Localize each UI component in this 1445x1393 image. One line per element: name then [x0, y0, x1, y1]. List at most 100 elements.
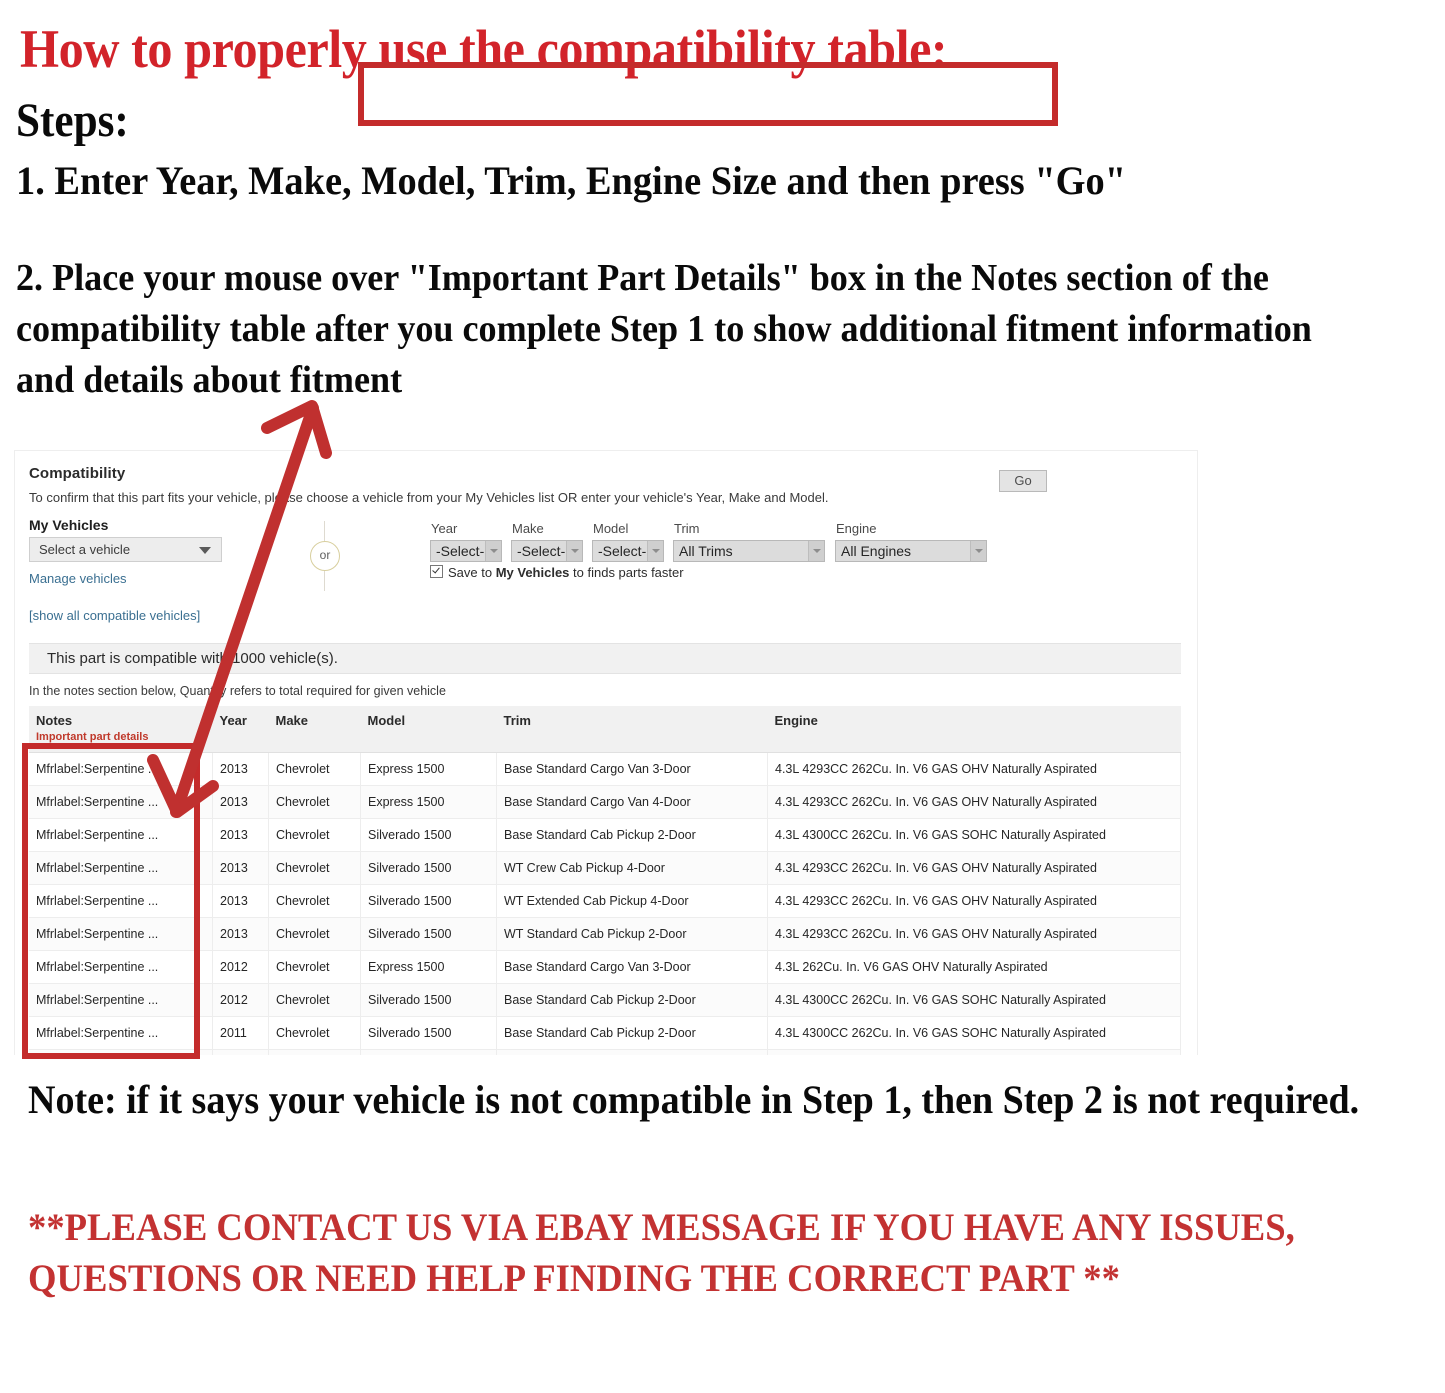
table-row[interactable]: Mfrlabel:Serpentine ... 2013 Chevrolet Silv…	[29, 818, 1181, 852]
cell-model: Silverado 1500	[360, 983, 497, 1017]
arrow-head-top	[261, 400, 332, 459]
cell-engine: 4.3L 4300CC 262Cu. In. V6 GAS SOHC Natur…	[767, 818, 1181, 852]
chevron-down-icon	[647, 541, 663, 561]
highlight-box-search-form	[358, 62, 1058, 126]
cell-notes: Mfrlabel:Serpentine ...	[29, 983, 213, 1017]
cell-year: 2012	[212, 950, 269, 984]
header-engine: Engine	[767, 706, 1181, 753]
cell-model: Silverado 1500	[360, 1016, 497, 1050]
trim-label: Trim	[674, 521, 700, 536]
cell-year: 2011	[212, 1016, 269, 1050]
model-value: -Select-	[598, 543, 647, 559]
make-select[interactable]: -Select-	[511, 540, 583, 562]
table-row[interactable]: Mfrlabel:Serpentine ... 2013 Chevrolet Silv…	[29, 884, 1181, 918]
compatibility-table: Notes Important part details Year Make M…	[29, 706, 1181, 1061]
table-row[interactable]: Mfrlabel:Serpentine ... 2013 Chevrolet Silv…	[29, 917, 1181, 951]
save-bold-text: My Vehicles	[495, 565, 570, 580]
manage-vehicles-link[interactable]: Manage vehicles	[29, 571, 127, 586]
cell-model: Silverado 1500	[360, 851, 497, 885]
cell-make: Chevrolet	[268, 884, 361, 918]
cell-make: Chevrolet	[268, 917, 361, 951]
compatibility-subtitle: To confirm that this part fits your vehi…	[29, 490, 829, 505]
engine-select[interactable]: All Engines	[835, 540, 987, 562]
show-all-compatible-vehicles-link[interactable]: [show all compatible vehicles]	[29, 608, 200, 623]
header-notes-label: Notes	[36, 713, 73, 728]
make-value: -Select-	[517, 543, 566, 559]
cell-engine: 4.3L 4293CC 262Cu. In. V6 GAS OHV Natura…	[767, 752, 1181, 786]
cell-model: Silverado 1500	[360, 818, 497, 852]
contact-text: **PLEASE CONTACT US VIA EBAY MESSAGE IF …	[28, 1206, 1295, 1300]
cell-year: 2013	[212, 785, 269, 819]
chevron-down-icon	[970, 541, 986, 561]
panel-bottom-mask	[14, 1055, 1198, 1063]
header-notes: Notes Important part details	[29, 706, 213, 753]
cell-notes: Mfrlabel:Serpentine ...	[29, 950, 213, 984]
cell-make: Chevrolet	[268, 785, 361, 819]
cell-trim: WT Crew Cab Pickup 4-Door	[496, 851, 768, 885]
year-label: Year	[431, 521, 458, 536]
header-model: Model	[360, 706, 497, 753]
cell-trim: Base Standard Cab Pickup 2-Door	[496, 818, 768, 852]
cell-engine: 4.3L 4300CC 262Cu. In. V6 GAS SOHC Natur…	[767, 1016, 1181, 1050]
quantity-note: In the notes section below, Quantity ref…	[29, 684, 446, 698]
save-prefix-text: Save to	[448, 565, 496, 580]
cell-engine: 4.3L 262Cu. In. V6 GAS OHV Naturally Asp…	[767, 950, 1181, 984]
table-row[interactable]: Mfrlabel:Serpentine ... 2011 Chevrolet Silv…	[29, 1016, 1181, 1050]
table-row[interactable]: Mfrlabel:Serpentine ... 2012 Chevrolet Silv…	[29, 983, 1181, 1017]
compatibility-title: Compatibility	[29, 465, 126, 482]
cell-year: 2013	[212, 917, 269, 951]
cell-make: Chevrolet	[268, 851, 361, 885]
cell-make: Chevrolet	[268, 983, 361, 1017]
cell-model: Silverado 1500	[360, 884, 497, 918]
cell-year: 2012	[212, 983, 269, 1017]
cell-make: Chevrolet	[268, 818, 361, 852]
table-row[interactable]: Mfrlabel:Serpentine ... 2013 Chevrolet Expr…	[29, 785, 1181, 819]
chevron-down-icon	[199, 547, 211, 554]
cell-engine: 4.3L 4300CC 262Cu. In. V6 GAS SOHC Natur…	[767, 983, 1181, 1017]
year-value: -Select-	[436, 543, 485, 559]
trim-select[interactable]: All Trims	[673, 540, 825, 562]
chevron-down-icon	[808, 541, 824, 561]
vehicle-select-value: Select a vehicle	[39, 542, 131, 557]
note-text: Note: if it says your vehicle is not com…	[28, 1077, 1360, 1122]
cell-notes: Mfrlabel:Serpentine ...	[29, 884, 213, 918]
engine-value: All Engines	[841, 543, 912, 559]
table-row[interactable]: Mfrlabel:Serpentine ... 2012 Chevrolet Expr…	[29, 950, 1181, 984]
cell-trim: Base Standard Cargo Van 3-Door	[496, 752, 768, 786]
cell-notes: Mfrlabel:Serpentine ...	[29, 851, 213, 885]
cell-trim: Base Standard Cab Pickup 2-Door	[496, 983, 768, 1017]
table-row[interactable]: Mfrlabel:Serpentine ... 2013 Chevrolet Expr…	[29, 752, 1181, 786]
table-row[interactable]: Mfrlabel:Serpentine ... 2013 Chevrolet Silv…	[29, 851, 1181, 885]
cell-engine: 4.3L 4293CC 262Cu. In. V6 GAS OHV Natura…	[767, 785, 1181, 819]
vehicle-select-dropdown[interactable]: Select a vehicle	[29, 537, 222, 562]
cell-make: Chevrolet	[268, 752, 361, 786]
cell-model: Express 1500	[360, 950, 497, 984]
step-1-text: 1. Enter Year, Make, Model, Trim, Engine…	[16, 158, 1127, 203]
save-vehicle-checkbox[interactable]	[430, 565, 443, 578]
table-header-row: Notes Important part details Year Make M…	[29, 706, 1181, 753]
cell-trim: Base Standard Cargo Van 3-Door	[496, 950, 768, 984]
year-select[interactable]: -Select-	[430, 540, 502, 562]
make-label: Make	[512, 521, 544, 536]
cell-notes: Mfrlabel:Serpentine ...	[29, 1016, 213, 1050]
header-trim: Trim	[496, 706, 768, 753]
save-to-my-vehicles-row[interactable]: Save to My Vehicles to finds parts faste…	[430, 565, 684, 580]
cell-trim: WT Extended Cab Pickup 4-Door	[496, 884, 768, 918]
engine-label: Engine	[836, 521, 877, 536]
cell-notes: Mfrlabel:Serpentine ...	[29, 785, 213, 819]
chevron-down-icon	[485, 541, 501, 561]
cell-year: 2013	[212, 752, 269, 786]
cell-make: Chevrolet	[268, 1016, 361, 1050]
compatibility-panel: Compatibility To confirm that this part …	[14, 450, 1198, 1062]
cell-notes: Mfrlabel:Serpentine ...	[29, 818, 213, 852]
go-button[interactable]: Go	[999, 470, 1047, 492]
cell-trim: Base Standard Cab Pickup 2-Door	[496, 1016, 768, 1050]
cell-engine: 4.3L 4293CC 262Cu. In. V6 GAS OHV Natura…	[767, 851, 1181, 885]
table-body: Mfrlabel:Serpentine ... 2013 Chevrolet Expr…	[29, 752, 1181, 1061]
trim-value: All Trims	[679, 543, 733, 559]
cell-engine: 4.3L 4293CC 262Cu. In. V6 GAS OHV Natura…	[767, 917, 1181, 951]
or-label: or	[310, 541, 340, 571]
model-select[interactable]: -Select-	[592, 540, 664, 562]
model-label: Model	[593, 521, 629, 536]
cell-trim: WT Standard Cab Pickup 2-Door	[496, 917, 768, 951]
